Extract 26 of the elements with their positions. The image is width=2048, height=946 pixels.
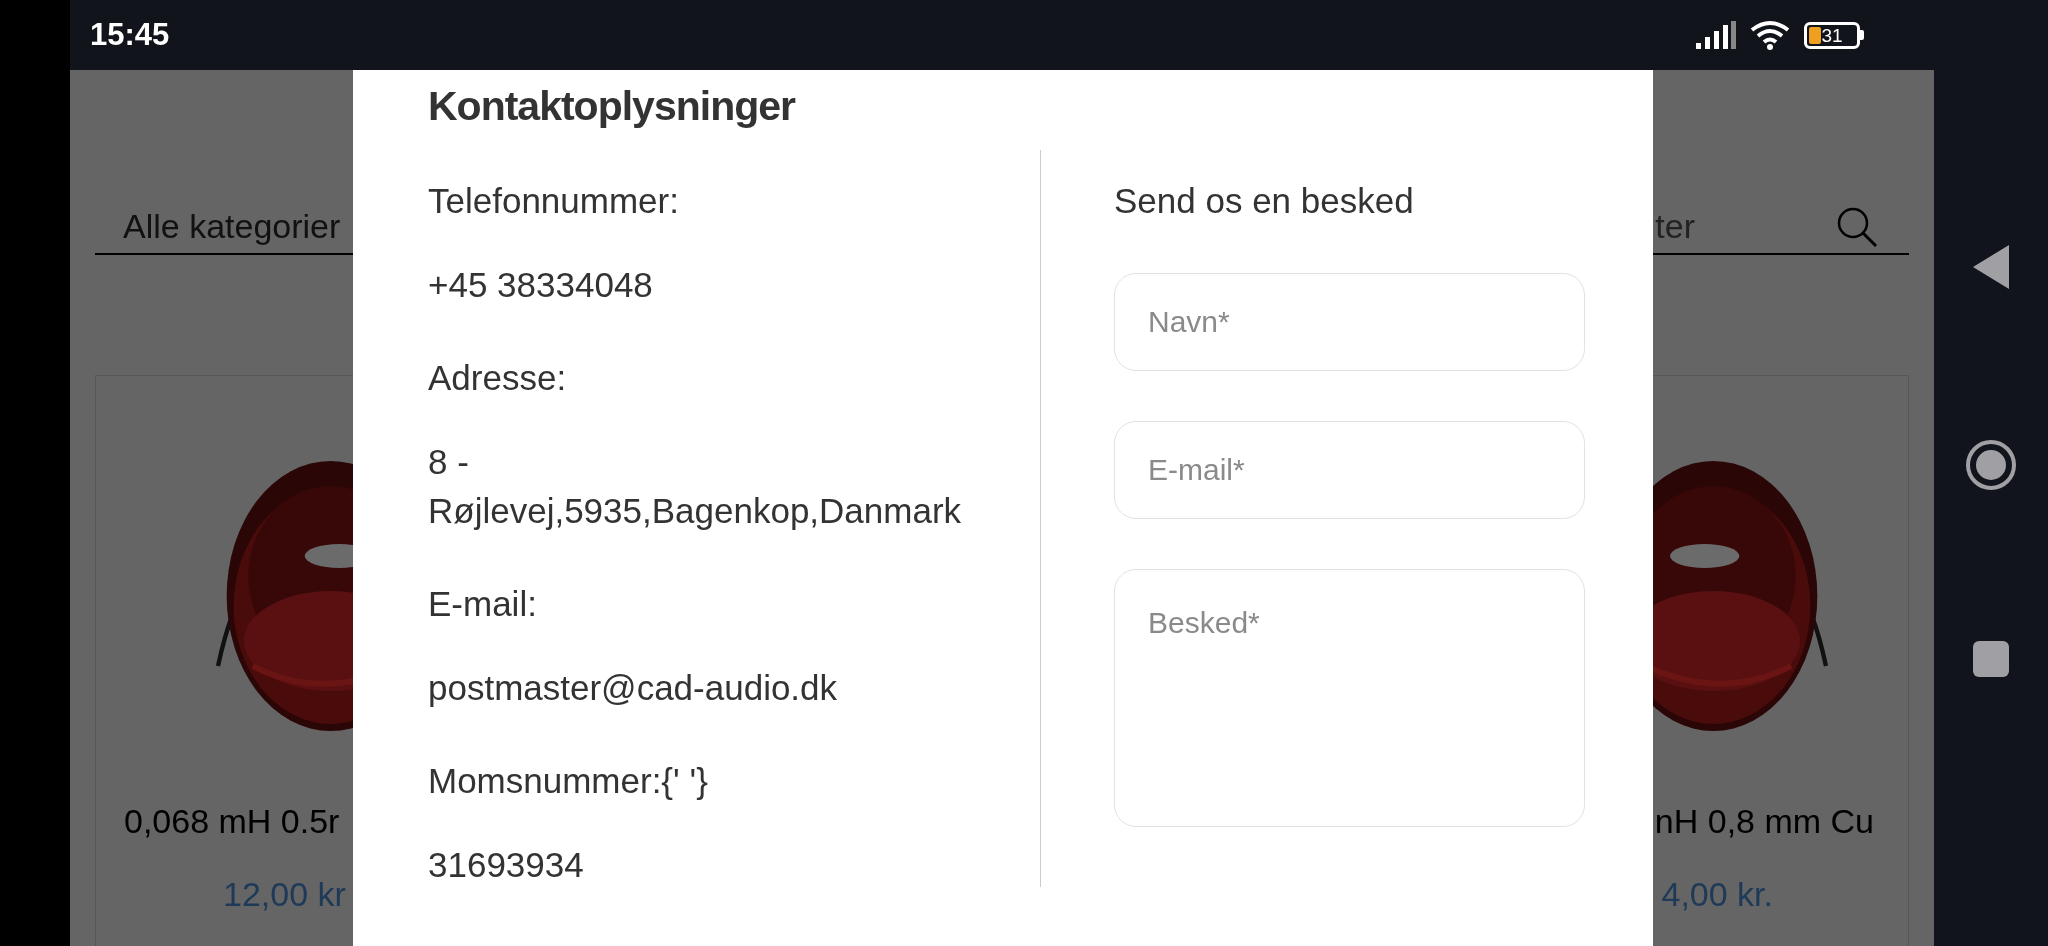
detail-label: Telefonnummer: bbox=[428, 179, 680, 222]
signal-icon bbox=[1696, 21, 1736, 49]
text-input[interactable]: Navn* bbox=[1114, 272, 1585, 371]
product-price: 12,00 kr bbox=[223, 874, 346, 915]
product-name: nH 0,8 mm Cu bbox=[1654, 801, 1874, 842]
detail-value: 31693934 bbox=[428, 843, 585, 886]
detail-label: Adresse: bbox=[428, 356, 568, 399]
battery-indicator: 31 bbox=[1804, 21, 1864, 49]
message-field[interactable]: Besked* bbox=[1114, 568, 1585, 827]
detail-value: postmaster@cad-audio.dk bbox=[428, 666, 839, 709]
dialog-title: Kontaktoplysninger bbox=[428, 82, 797, 131]
detail-value: 8 - Røjlevej,5935,Bagenkop,Danmark bbox=[428, 440, 963, 532]
product-name: 0,068 mH 0.5r bbox=[124, 801, 340, 842]
detail-value: +45 38334048 bbox=[428, 263, 654, 306]
detail-label: E-mail: bbox=[428, 582, 538, 625]
search-field[interactable]: ter bbox=[1655, 201, 1695, 252]
text-input[interactable]: E-mail* bbox=[1114, 420, 1585, 519]
detail-label: Momsnummer:{' '} bbox=[428, 759, 709, 802]
form-heading: Send os en besked bbox=[1114, 179, 1415, 222]
back-icon[interactable] bbox=[1973, 245, 2009, 289]
recents-icon[interactable] bbox=[1973, 641, 2009, 677]
product-price: 4,00 kr. bbox=[1661, 874, 1773, 915]
category-select[interactable]: Alle kategorier bbox=[123, 201, 341, 252]
clock: 15:45 bbox=[90, 15, 170, 54]
home-icon[interactable] bbox=[1965, 439, 2017, 491]
wifi-icon bbox=[1750, 20, 1790, 50]
